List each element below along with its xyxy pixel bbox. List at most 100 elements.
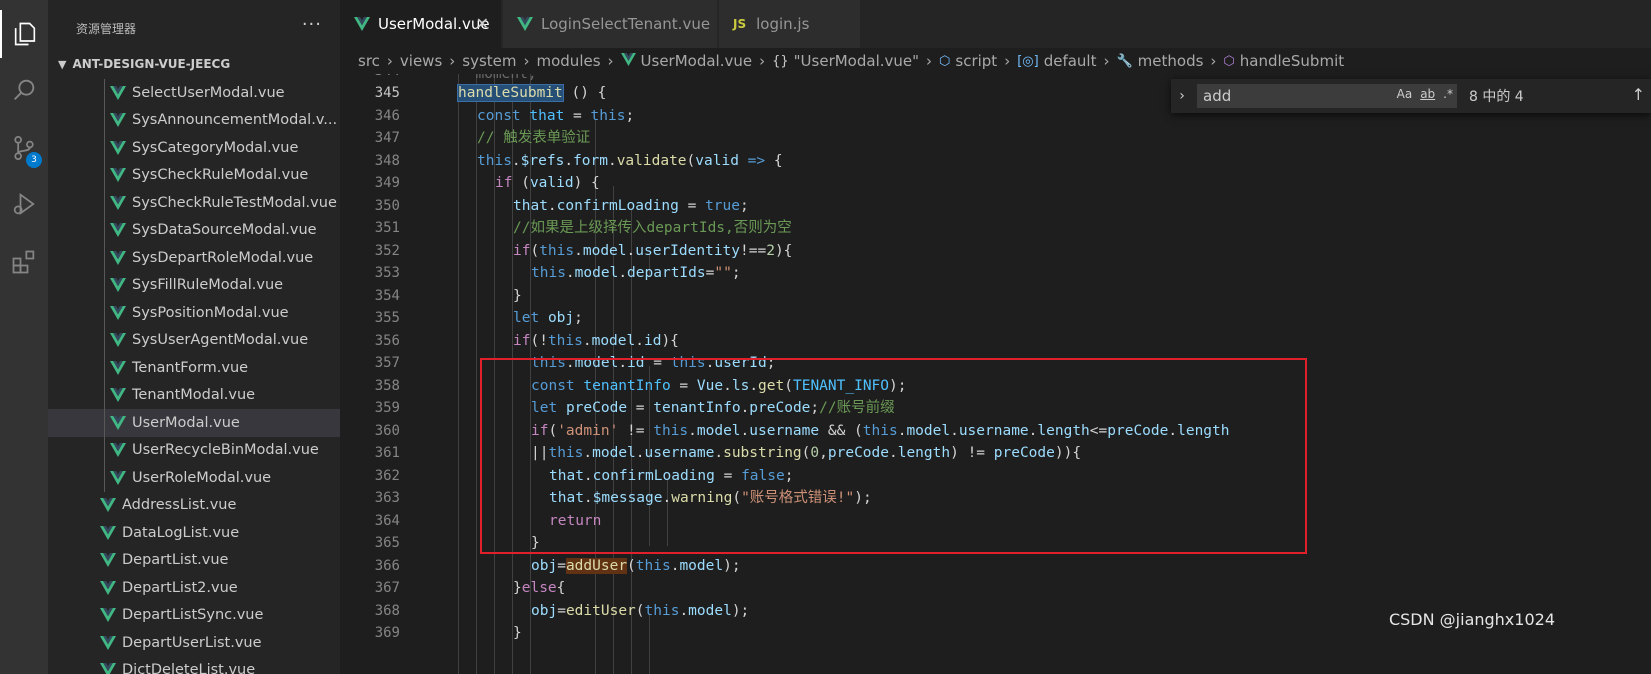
file-item[interactable]: UserModal.vue bbox=[48, 409, 340, 437]
code-line-356: if(!this.model.id){ bbox=[513, 332, 679, 349]
chevron-right-icon[interactable]: › bbox=[1171, 88, 1193, 104]
code-token: obj bbox=[531, 602, 558, 619]
code-token: this bbox=[531, 265, 566, 281]
arrow-up-icon[interactable]: ↑ bbox=[1632, 85, 1645, 104]
file-item[interactable]: SysAnnouncementModal.v... bbox=[48, 106, 340, 134]
code-token: confirmLoading bbox=[556, 197, 679, 214]
scm-badge: 3 bbox=[26, 152, 42, 168]
method-icon: ⬡ bbox=[1223, 53, 1235, 69]
vue-file-icon bbox=[110, 415, 126, 430]
vue-file-icon bbox=[110, 140, 126, 155]
code-token: if bbox=[513, 242, 531, 259]
tree-guide bbox=[104, 189, 105, 217]
breadcrumb-method[interactable]: handleSubmit bbox=[1240, 52, 1344, 70]
workspace-section-header[interactable]: ▼ ANT-DESIGN-VUE-JEECG bbox=[48, 52, 340, 76]
line-number: 362 bbox=[374, 467, 400, 484]
file-item[interactable]: DataLogList.vue bbox=[48, 519, 340, 547]
code-token: true bbox=[705, 197, 740, 214]
chevron-right-icon: › bbox=[386, 52, 393, 70]
find-input[interactable]: add Aa ab .* bbox=[1197, 84, 1457, 108]
line-number-gutter: 344 345 346 347 348 349 350 351 352 353 354 355 356 3… bbox=[340, 74, 400, 674]
file-item[interactable]: SysFillRuleModal.vue bbox=[48, 271, 340, 299]
file-item[interactable]: DepartList.vue bbox=[48, 547, 340, 575]
tree-guide bbox=[104, 409, 105, 437]
vue-file-icon bbox=[110, 443, 126, 458]
breadcrumb-component[interactable]: "UserModal.vue" bbox=[794, 52, 919, 70]
breadcrumb-src[interactable]: src bbox=[358, 52, 380, 70]
close-tab-icon[interactable]: ✕ bbox=[476, 14, 489, 33]
file-item[interactable]: TenantForm.vue bbox=[48, 354, 340, 382]
run-debug-icon[interactable] bbox=[0, 180, 48, 228]
line-number: 355 bbox=[374, 310, 400, 326]
braces-icon: {} bbox=[772, 53, 789, 69]
vue-file-icon bbox=[100, 553, 116, 568]
vue-file-icon bbox=[110, 195, 126, 210]
line-number: 365 bbox=[374, 535, 400, 551]
file-item[interactable]: SysUserAgentModal.vue bbox=[48, 326, 340, 354]
tab-login-js[interactable]: JS login.js bbox=[719, 0, 861, 48]
file-item[interactable]: DepartListSync.vue bbox=[48, 602, 340, 630]
breadcrumb-views[interactable]: views bbox=[400, 52, 442, 70]
breadcrumb-file[interactable]: UserModal.vue bbox=[641, 52, 753, 70]
file-item[interactable]: SelectUserModal.vue bbox=[48, 79, 340, 107]
breadcrumb-system[interactable]: system bbox=[462, 52, 516, 70]
file-item[interactable]: DepartUserList.vue bbox=[48, 629, 340, 657]
extensions-icon[interactable] bbox=[0, 238, 48, 286]
breadcrumb-default[interactable]: default bbox=[1044, 52, 1097, 70]
line-number: 360 bbox=[374, 422, 400, 439]
file-item[interactable]: UserRecycleBinModal.vue bbox=[48, 436, 340, 464]
file-label: DepartList2.vue bbox=[122, 579, 238, 596]
vue-file-icon bbox=[110, 305, 126, 320]
watermark: CSDN @jianghx1024 bbox=[1388, 610, 1555, 629]
regex-toggle[interactable]: .* bbox=[1443, 87, 1453, 101]
tab-loginselecttenant[interactable]: LoginSelectTenant.vue bbox=[503, 0, 718, 48]
breadcrumb-methods[interactable]: methods bbox=[1138, 52, 1204, 70]
file-item[interactable]: SysCheckRuleTestModal.vue bbox=[48, 189, 340, 217]
breadcrumb-script[interactable]: script bbox=[955, 52, 997, 70]
file-item[interactable]: SysCheckRuleModal.vue bbox=[48, 161, 340, 189]
explorer-icon[interactable] bbox=[0, 10, 48, 58]
tree-guide bbox=[104, 216, 105, 244]
tree-guide bbox=[104, 464, 105, 492]
whole-word-toggle[interactable]: ab bbox=[1420, 87, 1435, 101]
file-label: AddressList.vue bbox=[122, 497, 237, 514]
line-number: 354 bbox=[374, 287, 400, 304]
vue-file-icon bbox=[110, 470, 126, 485]
code-token: this bbox=[477, 152, 512, 169]
workspace-name: ANT-DESIGN-VUE-JEECG bbox=[72, 57, 231, 71]
file-item[interactable]: SysCategoryModal.vue bbox=[48, 134, 340, 162]
line-number: 363 bbox=[374, 490, 400, 506]
code-token: const bbox=[477, 107, 521, 124]
search-icon[interactable] bbox=[0, 66, 48, 114]
tree-guide bbox=[104, 271, 105, 299]
file-item[interactable]: SysDepartRoleModal.vue bbox=[48, 244, 340, 272]
file-item[interactable]: DepartList2.vue bbox=[48, 574, 340, 602]
code-line-368: obj=editUser(this.model); bbox=[531, 602, 750, 619]
tab-usermodal[interactable]: UserModal.vue ✕ bbox=[340, 0, 502, 48]
more-actions-icon[interactable]: ··· bbox=[302, 14, 322, 35]
file-item[interactable]: DictDeleteList.vue bbox=[48, 657, 340, 674]
code-token: model bbox=[679, 557, 724, 574]
code-line-345: handleSubmit () { bbox=[457, 82, 606, 105]
tab-label: login.js bbox=[756, 15, 810, 33]
file-label: DepartList.vue bbox=[122, 552, 229, 569]
source-control-icon[interactable]: 3 bbox=[0, 124, 48, 172]
activity-bar: 3 bbox=[0, 0, 48, 674]
file-label: SysDepartRoleModal.vue bbox=[132, 249, 314, 266]
code-token: that bbox=[529, 107, 565, 124]
match-case-toggle[interactable]: Aa bbox=[1397, 87, 1413, 101]
vue-file-icon bbox=[110, 388, 126, 403]
file-item[interactable]: AddressList.vue bbox=[48, 492, 340, 520]
file-item[interactable]: TenantModal.vue bbox=[48, 381, 340, 409]
file-item[interactable]: SysPositionModal.vue bbox=[48, 299, 340, 327]
chevron-right-icon: › bbox=[523, 52, 530, 70]
file-item[interactable]: UserRoleModal.vue bbox=[48, 464, 340, 492]
file-label: UserRecycleBinModal.vue bbox=[132, 442, 319, 459]
sidebar-title: 资源管理器 bbox=[76, 22, 137, 36]
breadcrumb-modules[interactable]: modules bbox=[537, 52, 601, 70]
code-line-349: if (valid) { bbox=[495, 175, 600, 191]
file-label: DepartListSync.vue bbox=[122, 607, 264, 624]
code-token: editUser bbox=[565, 602, 636, 619]
file-item[interactable]: SysDataSourceModal.vue bbox=[48, 216, 340, 244]
file-label: SysCategoryModal.vue bbox=[132, 139, 299, 156]
